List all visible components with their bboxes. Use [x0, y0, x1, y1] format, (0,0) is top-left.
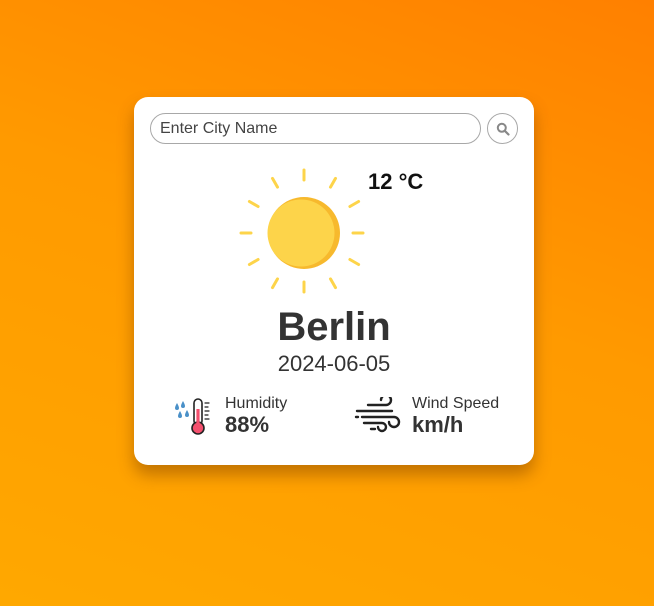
- search-button[interactable]: [487, 113, 518, 144]
- temperature-value: 12 °C: [368, 169, 424, 194]
- date-text: 2024-06-05: [277, 351, 391, 376]
- sun-icon: [239, 168, 365, 294]
- humidity-label: Humidity: [225, 395, 288, 412]
- humidity-thermometer-icon: [175, 398, 210, 435]
- wind-icon: [354, 397, 401, 433]
- humidity-value: 88%: [225, 412, 270, 437]
- search-bar: [150, 113, 518, 145]
- city-name: Berlin: [277, 305, 391, 349]
- weather-card: 12 °C Berlin 2024-06-05 Humidity 88%: [134, 97, 534, 465]
- wind-value: km/h: [412, 412, 464, 437]
- search-icon: [496, 122, 510, 136]
- wind-label: Wind Speed: [412, 395, 500, 412]
- city-search-input[interactable]: [150, 113, 481, 144]
